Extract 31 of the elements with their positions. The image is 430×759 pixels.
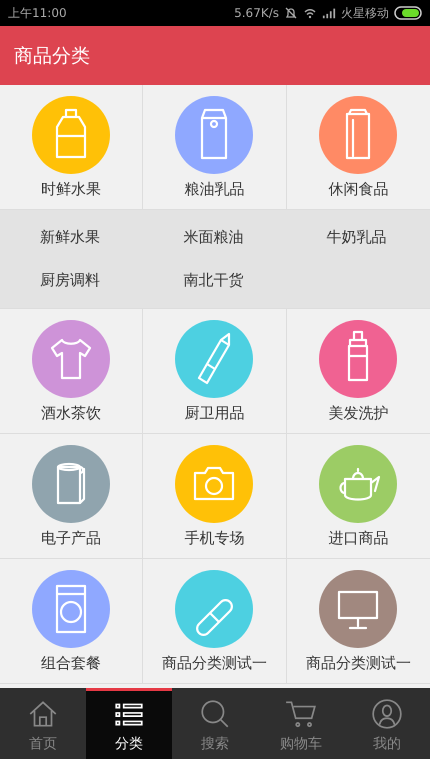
category-label: 组合套餐 <box>41 654 102 672</box>
page-title: 商品分类 <box>14 44 90 68</box>
user-icon <box>370 697 404 731</box>
nav-tab[interactable]: 我的 <box>344 688 430 759</box>
subcategory-link[interactable]: 南北干货 <box>143 259 287 302</box>
category-label: 商品分类测试一 <box>306 654 411 672</box>
subcategory-link[interactable]: 厨房调料 <box>0 259 144 302</box>
nav-tab[interactable]: 分类 <box>86 688 172 759</box>
nav-tab[interactable]: 首页 <box>0 688 86 759</box>
subcategory-link[interactable]: 新鲜水果 <box>0 216 144 259</box>
nav-tab[interactable]: 搜索 <box>172 688 258 759</box>
status-time: 上午11:00 <box>8 4 67 22</box>
category-label: 美发洗护 <box>328 404 388 422</box>
category-label: 进口商品 <box>328 528 388 548</box>
wifi-icon <box>303 6 317 20</box>
network-speed: 5.67K/s <box>234 6 279 20</box>
category-label: 时鲜水果 <box>41 180 102 198</box>
alarm-off-icon <box>284 6 298 20</box>
category-label: 休闲食品 <box>328 180 388 198</box>
subcategory-link[interactable]: 牛奶乳品 <box>286 216 430 259</box>
category-label: 酒水茶饮 <box>41 404 102 422</box>
signal-icon <box>322 6 336 20</box>
category-label: 厨卫用品 <box>184 404 244 422</box>
carrier-name: 火星移动 <box>341 4 389 22</box>
category-label: 电子产品 <box>41 528 102 548</box>
category-label: 粮油乳品 <box>184 180 244 198</box>
nav-tab[interactable]: 购物车 <box>258 688 344 759</box>
subcategory-link[interactable]: 米面粮油 <box>143 216 287 259</box>
category-label: 手机专场 <box>184 528 244 548</box>
category-label: 商品分类测试一 <box>162 654 267 672</box>
battery-icon <box>394 6 422 20</box>
